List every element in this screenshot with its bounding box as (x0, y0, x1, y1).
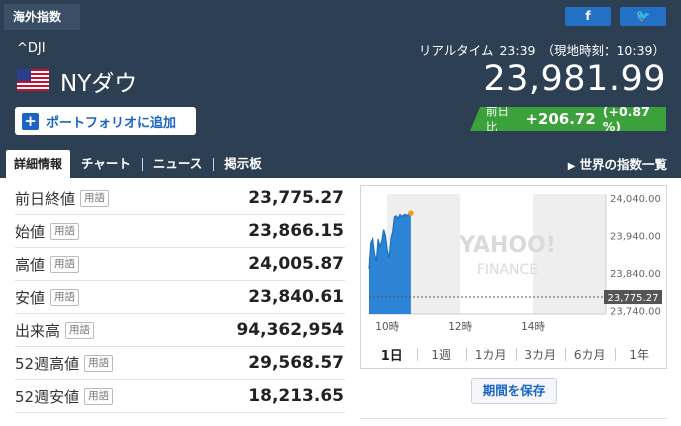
glossary-link[interactable]: 用語 (80, 189, 110, 207)
us-flag-icon (17, 69, 49, 91)
current-price: 23,981.99 (483, 59, 666, 99)
range-1d[interactable]: 1日 (367, 345, 417, 364)
update-time: 23:39 (499, 43, 536, 58)
range-selector: 1日 1週 1カ月 3カ月 6カ月 1年 (367, 343, 664, 365)
change-value: +206.72 (525, 110, 596, 128)
stat-value: 23,840.61 (248, 287, 344, 307)
range-1w[interactable]: 1週 (416, 346, 467, 363)
stat-value: 18,213.65 (248, 386, 344, 406)
category-tag: 海外指数 (4, 4, 80, 30)
glossary-link[interactable]: 用語 (50, 222, 80, 240)
plus-icon: + (22, 112, 39, 130)
stat-value: 23,775.27 (248, 188, 344, 208)
stat-row: 始値 用語 23,866.15 (15, 215, 345, 248)
twitter-share-button[interactable]: 🐦 (620, 7, 666, 26)
range-3m[interactable]: 3カ月 (515, 346, 566, 363)
save-range-button[interactable]: 期間を保存 (471, 378, 557, 404)
stat-row: 52週安値 用語 18,213.65 (15, 380, 345, 413)
tab-chart[interactable]: チャート (70, 150, 142, 178)
quote-header: 海外指数 f 🐦 ^DJI NYダウ リアルタイム 23:39 （現地時刻：10… (0, 0, 681, 178)
x-tick-label: 14時 (521, 321, 545, 333)
range-1y[interactable]: 1年 (614, 346, 665, 363)
glossary-link[interactable]: 用語 (65, 321, 95, 339)
y-tick-label: 23,840.00 (610, 269, 661, 280)
world-indices-label: 世界の指数一覧 (579, 157, 667, 172)
glossary-link[interactable]: 用語 (50, 255, 80, 273)
stat-value: 94,362,954 (236, 320, 344, 340)
tab-board[interactable]: 掲示板 (213, 150, 273, 178)
chart-panel: YAHOO! FINANCE 24,040.00 23,940.00 23,840.00… (360, 185, 667, 369)
x-tick-label: 10時 (375, 321, 399, 333)
realtime-info: リアルタイム 23:39 （現地時刻：10:39） (417, 40, 665, 59)
stat-label: 高値 (15, 255, 46, 274)
intraday-chart[interactable]: YAHOO! FINANCE 24,040.00 23,940.00 23,840.00… (361, 186, 666, 336)
glossary-link[interactable]: 用語 (50, 288, 80, 306)
prev-close-label: 23,775.27 (608, 293, 659, 304)
detail-tabs: 詳細情報 チャート ニュース 掲示板 (6, 150, 273, 178)
tab-news[interactable]: ニュース (141, 150, 213, 178)
tab-details[interactable]: 詳細情報 (6, 150, 71, 178)
stat-label: 安値 (15, 288, 46, 307)
y-tick-label: 23,740.00 (610, 306, 661, 317)
ticker-symbol: ^DJI (17, 41, 46, 56)
watermark-sub: FINANCE (477, 262, 538, 278)
facebook-share-button[interactable]: f (565, 7, 611, 26)
last-point (408, 210, 414, 216)
y-tick-label: 24,040.00 (610, 194, 661, 205)
watermark: YAHOO! (458, 233, 556, 258)
glossary-link[interactable]: 用語 (84, 354, 114, 372)
stat-value: 29,568.57 (248, 353, 344, 373)
local-time: （現地時刻：10:39） (541, 43, 665, 58)
stat-label: 前日終値 (15, 189, 76, 208)
stat-row: 出来高 用語 94,362,954 (15, 314, 345, 347)
stat-row: 安値 用語 23,840.61 (15, 281, 345, 314)
stat-label: 52週安値 (15, 387, 80, 406)
stat-label: 出来高 (15, 321, 61, 340)
range-6m[interactable]: 6カ月 (565, 346, 615, 363)
stat-value: 23,866.15 (248, 221, 344, 241)
change-badge: 前日比 +206.72 (+0.87 %) (470, 107, 666, 131)
world-indices-link[interactable]: ▶ 世界の指数一覧 (568, 154, 667, 173)
stats-table: 前日終値 用語 23,775.27 始値 用語 23,866.15 高値 用語 24,… (15, 182, 345, 413)
change-percent: (+0.87 %) (602, 104, 650, 134)
glossary-link[interactable]: 用語 (84, 387, 114, 405)
change-label: 前日比 (486, 104, 509, 134)
stat-label: 始値 (15, 222, 46, 241)
add-to-portfolio-button[interactable]: + ポートフォリオに追加 (15, 107, 196, 135)
stat-row: 高値 用語 24,005.87 (15, 248, 345, 281)
triangle-right-icon: ▶ (567, 161, 576, 172)
realtime-label: リアルタイム (418, 43, 494, 58)
y-tick-label: 23,940.00 (610, 231, 661, 242)
stat-value: 24,005.87 (248, 254, 344, 274)
stat-row: 前日終値 用語 23,775.27 (15, 182, 345, 215)
stat-row: 52週高値 用語 29,568.57 (15, 347, 345, 380)
range-1m[interactable]: 1カ月 (466, 346, 516, 363)
divider (360, 418, 667, 419)
x-tick-label: 12時 (448, 321, 472, 333)
stat-label: 52週高値 (15, 354, 80, 373)
portfolio-label: ポートフォリオに追加 (46, 115, 177, 131)
index-name: NYダウ (60, 71, 138, 97)
